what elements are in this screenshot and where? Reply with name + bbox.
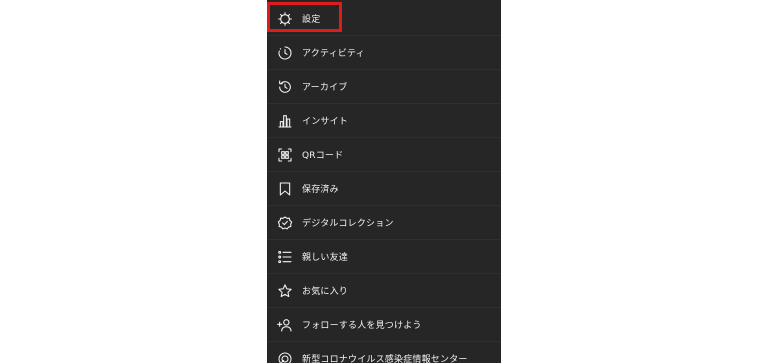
menu-item-label: 保存済み bbox=[302, 185, 339, 195]
archive-history-icon bbox=[276, 78, 294, 96]
menu-item-label: 設定 bbox=[302, 15, 321, 25]
menu-item-covid-info[interactable]: 新型コロナウイルス感染症情報センター bbox=[267, 342, 501, 363]
menu-item-label: 新型コロナウイルス感染症情報センター bbox=[302, 355, 468, 363]
menu-item-label: インサイト bbox=[302, 117, 349, 127]
bookmark-icon bbox=[276, 180, 294, 198]
star-icon bbox=[276, 282, 294, 300]
close-friends-list-icon bbox=[276, 248, 294, 266]
covid-info-icon bbox=[276, 350, 294, 363]
activity-clock-icon bbox=[276, 44, 294, 62]
menu-item-qr-code[interactable]: QRコード bbox=[267, 138, 501, 172]
gear-icon bbox=[276, 10, 294, 28]
menu-item-label: QRコード bbox=[302, 151, 344, 161]
menu-item-label: お気に入り bbox=[302, 287, 349, 297]
menu-item-settings[interactable]: 設定 bbox=[267, 2, 501, 36]
menu-item-label: アーカイブ bbox=[302, 83, 348, 93]
menu-item-favorites[interactable]: お気に入り bbox=[267, 274, 501, 308]
menu-item-label: 親しい友達 bbox=[302, 253, 349, 263]
menu-item-discover-people[interactable]: フォローする人を見つけよう bbox=[267, 308, 501, 342]
menu-item-label: フォローする人を見つけよう bbox=[302, 321, 422, 331]
verified-shield-icon bbox=[276, 214, 294, 232]
menu-item-insights[interactable]: インサイト bbox=[267, 104, 501, 138]
menu-item-activity[interactable]: アクティビティ bbox=[267, 36, 501, 70]
menu-item-saved[interactable]: 保存済み bbox=[267, 172, 501, 206]
insights-bar-chart-icon bbox=[276, 112, 294, 130]
add-person-icon bbox=[276, 316, 294, 334]
menu-item-close-friends[interactable]: 親しい友達 bbox=[267, 240, 501, 274]
menu-item-label: アクティビティ bbox=[302, 49, 365, 59]
menu-item-digital-collection[interactable]: デジタルコレクション bbox=[267, 206, 501, 240]
menu-item-label: デジタルコレクション bbox=[302, 219, 394, 229]
qr-code-icon bbox=[276, 146, 294, 164]
settings-menu-panel: 設定 アクティビティ アーカイブ インサイト QRコード 保存済み デジタルコレ… bbox=[267, 0, 501, 363]
menu-item-archive[interactable]: アーカイブ bbox=[267, 70, 501, 104]
